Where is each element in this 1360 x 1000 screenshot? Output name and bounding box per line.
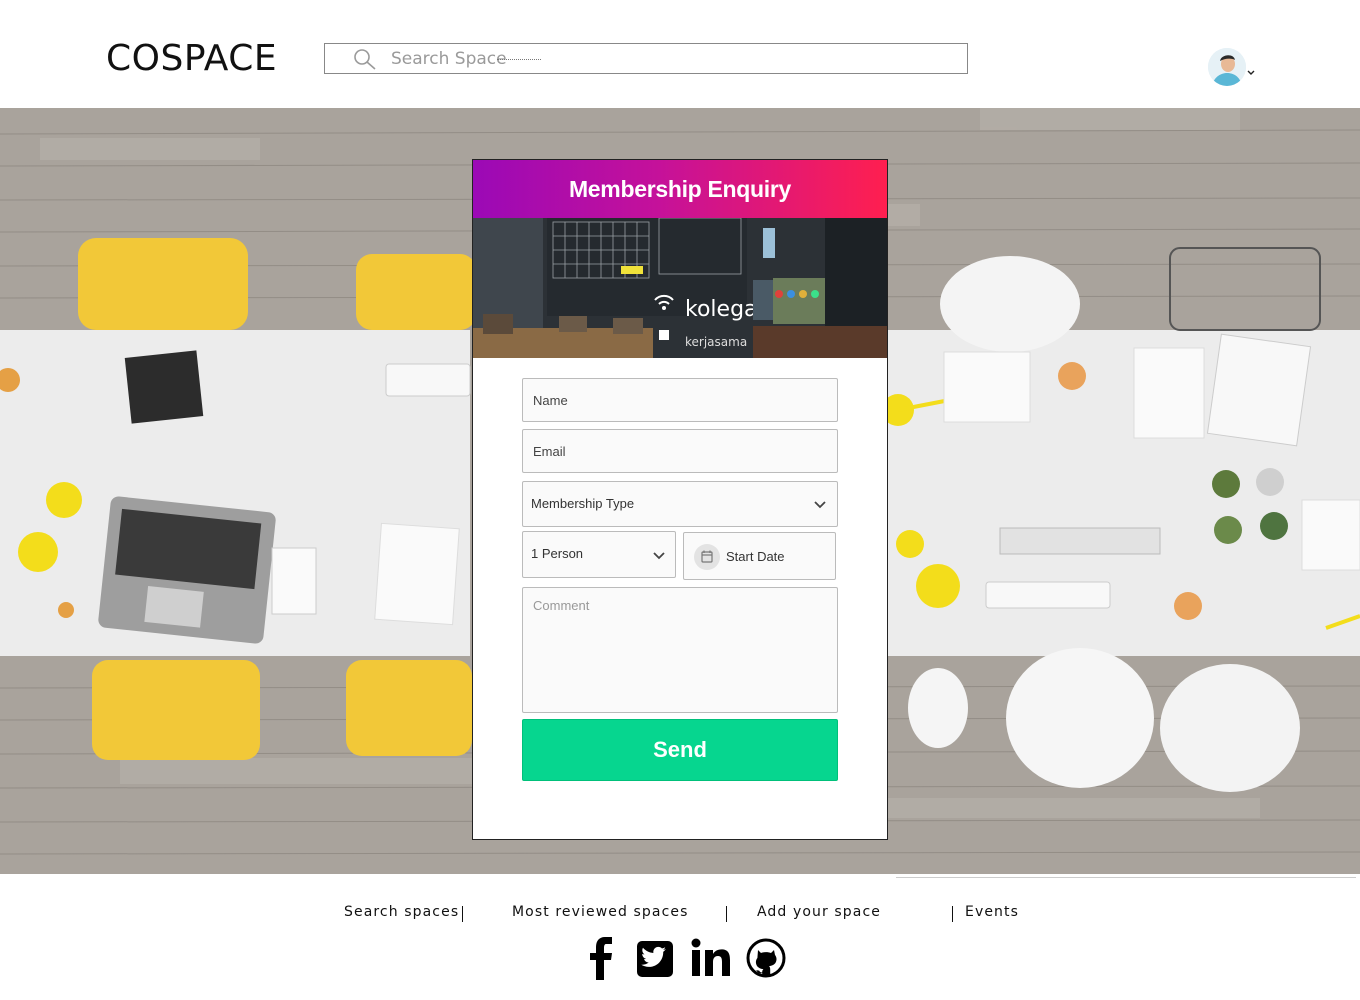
start-date-label: Start Date [726,549,785,564]
calendar-icon [694,544,720,570]
name-field[interactable] [522,378,838,422]
comment-field[interactable] [522,587,838,713]
membership-type-value: Membership Type [531,496,635,511]
send-button[interactable]: Send [522,719,838,781]
top-header: COSPACE [0,0,1360,108]
search-bar[interactable] [324,43,968,74]
avatar-image [1208,48,1246,86]
footer-link-most-reviewed[interactable]: Most reviewed spaces [512,904,689,920]
chevron-down-icon [814,501,826,509]
search-icon [354,49,376,70]
coworking-photo: kolega kerjasama [473,218,887,358]
card-header: Membership Enquiry [473,160,887,218]
twitter-icon[interactable] [636,936,674,980]
photo-sign-subtext: kerjasama [685,335,747,349]
membership-enquiry-card: Membership Enquiry kolega kerjasama Name… [472,159,888,840]
membership-type-select[interactable]: Membership Type [522,481,838,527]
search-input[interactable] [391,47,951,71]
footer-link-search-spaces[interactable]: Search spaces [344,904,459,920]
email-input[interactable] [533,430,823,472]
comment-textarea[interactable] [533,598,823,698]
coworking-photo-image: kolega kerjasama [473,218,887,358]
start-date-picker[interactable]: Start Date [683,532,836,580]
persons-select[interactable]: 1 Person [522,531,676,578]
site-logo[interactable]: COSPACE [106,38,277,79]
facebook-icon[interactable] [588,936,616,980]
chevron-down-icon[interactable] [1246,68,1256,76]
footer-link-events[interactable]: Events [965,904,1019,920]
footer-separator [952,906,953,922]
footer-separator [726,906,727,922]
persons-value: 1 Person [531,546,584,561]
form-title: Membership Enquiry [568,176,792,202]
photo-sign-text: kolega [685,297,758,322]
search-dotted-line [497,59,541,60]
github-icon[interactable] [745,936,787,980]
footer: Search spaces Most reviewed spaces Add y… [0,874,1360,1000]
user-avatar[interactable] [1208,48,1246,86]
footer-link-add-space[interactable]: Add your space [757,904,881,920]
hero-background: Membership Enquiry kolega kerjasama Name… [0,108,1360,874]
footer-divider [896,877,1356,878]
name-input[interactable] [533,379,823,421]
linkedin-icon[interactable] [690,936,732,980]
footer-separator [462,906,463,922]
chevron-down-icon [653,552,665,560]
email-field[interactable] [522,429,838,473]
